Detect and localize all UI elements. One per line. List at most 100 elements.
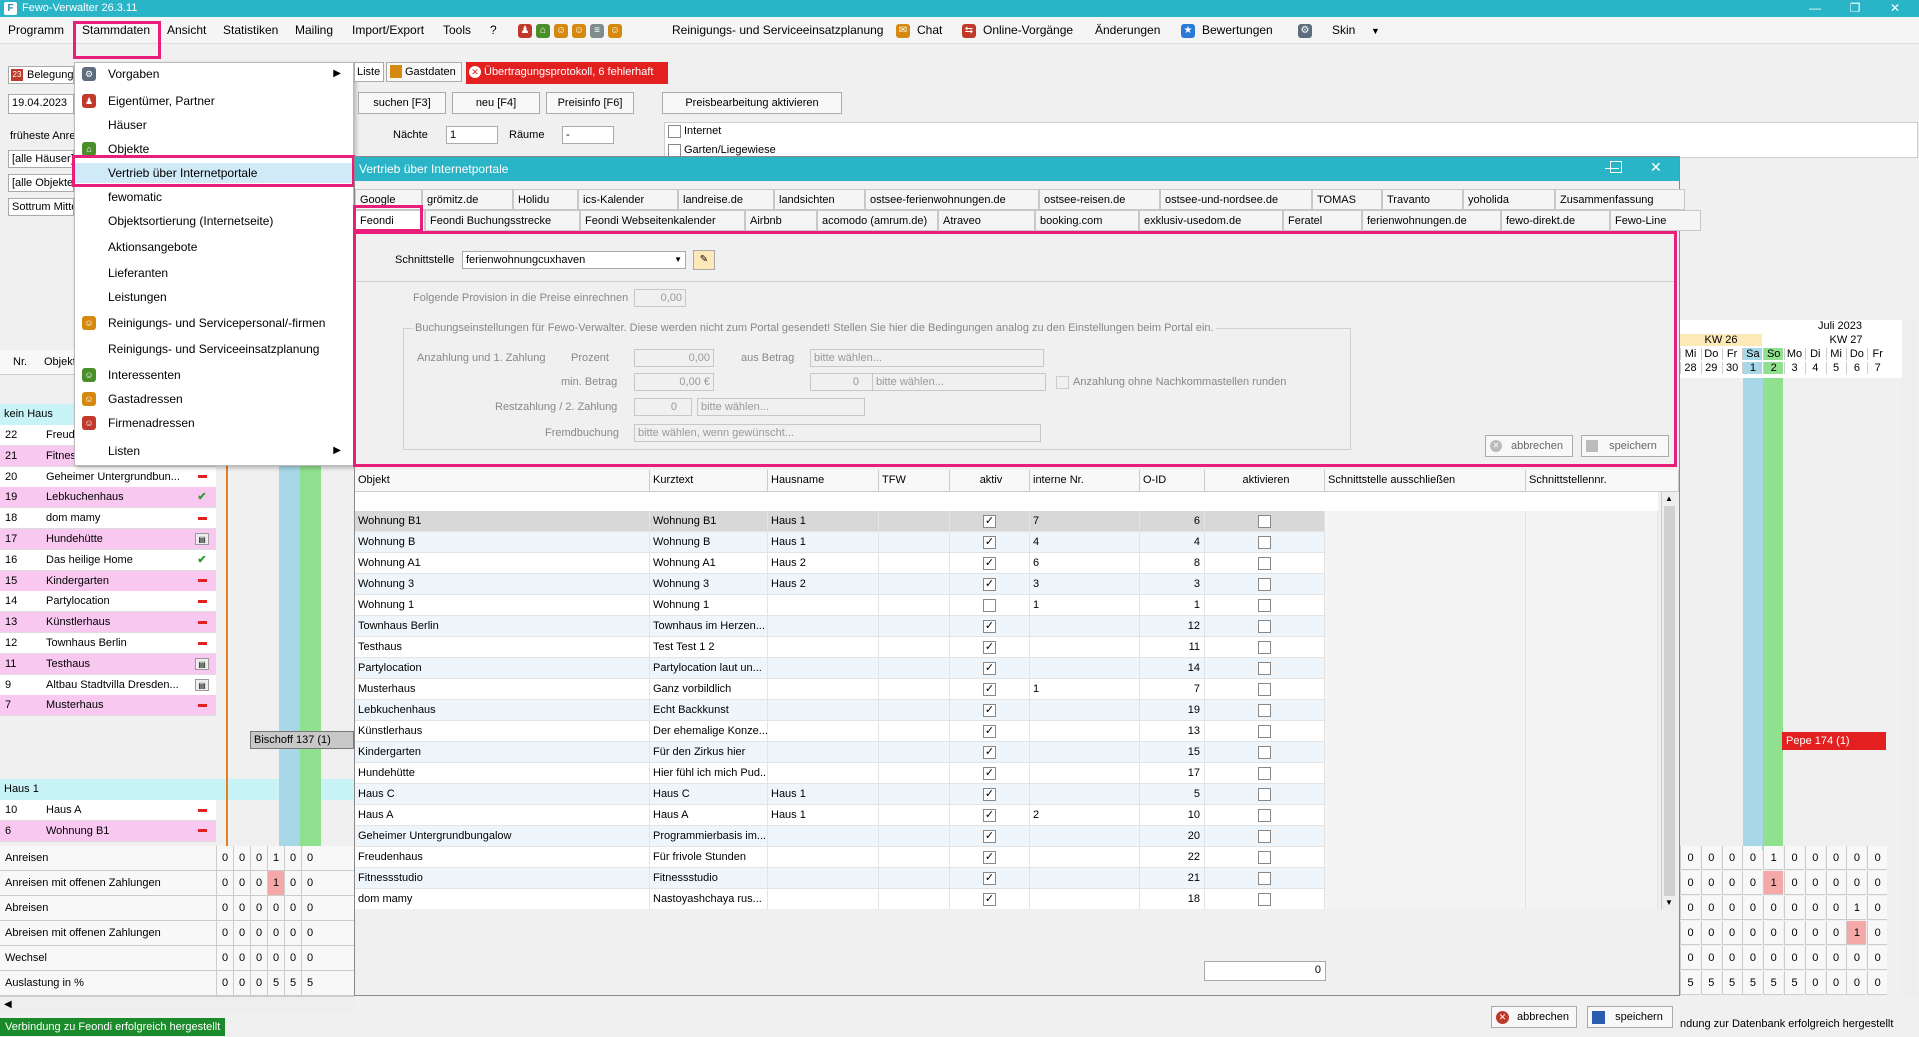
col-nr[interactable]: Nr. <box>13 356 27 368</box>
objekte-select[interactable]: [alle Objekte <box>8 174 74 192</box>
menu-online-vorgaenge[interactable]: Online-Vorgänge <box>983 23 1073 37</box>
list-item[interactable]: 6 Wohnung B1 <box>0 820 216 842</box>
tab-zusammenfassung[interactable]: Zusammenfassung <box>1555 189 1685 210</box>
speichern-button[interactable]: speichern <box>1587 1006 1673 1028</box>
table-row[interactable]: Freudenhaus Für frivole Stunden ✓ 22 <box>355 847 1658 868</box>
restore-button[interactable]: ❐ <box>1835 0 1875 17</box>
tab-ics-kalender[interactable]: ics-Kalender <box>578 189 678 210</box>
table-row[interactable]: Wohnung 3 Wohnung 3 Haus 2 ✓ 3 3 <box>355 574 1658 595</box>
table-row[interactable]: Haus A Haus A Haus 1 ✓ 2 10 <box>355 805 1658 826</box>
dd-aktionsangebote[interactable]: Aktionsangebote <box>75 237 353 257</box>
aktiv-checkbox[interactable]: ✓ <box>983 746 996 759</box>
suchen-button[interactable]: suchen [F3] <box>358 92 446 114</box>
aktiv-checkbox[interactable]: ✓ <box>983 872 996 885</box>
aktiv-checkbox[interactable]: ✓ <box>983 662 996 675</box>
aktivieren-checkbox[interactable] <box>1258 620 1271 633</box>
list-item[interactable]: 10 Haus A <box>0 800 216 821</box>
aktiv-checkbox[interactable]: ✓ <box>983 683 996 696</box>
aktivieren-checkbox[interactable] <box>1258 893 1271 906</box>
gh-aktivieren[interactable]: aktivieren <box>1205 470 1325 491</box>
aktivieren-checkbox[interactable] <box>1258 641 1271 654</box>
menu-tools[interactable]: Tools <box>443 23 471 37</box>
list-item[interactable]: 17 Hundehütte ▤ <box>0 529 216 550</box>
tab-feondi-webseitenkalender[interactable]: Feondi Webseitenkalender <box>580 210 745 231</box>
aktivieren-checkbox[interactable] <box>1258 557 1271 570</box>
table-row[interactable]: Wohnung B Wohnung B Haus 1 ✓ 4 4 <box>355 532 1658 553</box>
table-row[interactable]: Lebkuchenhaus Echt Backkunst ✓ 19 <box>355 700 1658 721</box>
raeume-select[interactable]: - <box>562 126 614 144</box>
menu-help[interactable]: ? <box>490 23 497 37</box>
dd-firmenadressen[interactable]: ☺ Firmenadressen <box>75 413 353 433</box>
table-row[interactable]: Wohnung A1 Wohnung A1 Haus 2 ✓ 6 8 <box>355 553 1658 574</box>
menu-mailing[interactable]: Mailing <box>295 23 333 37</box>
booking-bischoff[interactable]: Bischoff 137 (1) <box>250 731 354 749</box>
house-icon[interactable]: ⌂ <box>536 23 550 38</box>
tab-protokoll[interactable]: ✕ Übertragungsprotokoll, 6 fehlerhaft <box>466 62 668 84</box>
notes-icon[interactable]: ≡ <box>590 23 604 38</box>
scroll-left-icon[interactable]: ◀ <box>4 999 12 1010</box>
gear-icon[interactable]: ⚙ <box>1298 23 1312 38</box>
aktiv-checkbox[interactable]: ✓ <box>983 641 996 654</box>
menu-import-export[interactable]: Import/Export <box>352 23 424 37</box>
tab-ferienwohnungen-de[interactable]: ferienwohnungen.de <box>1362 210 1501 231</box>
dd-gastadressen[interactable]: ☺ Gastadressen <box>75 389 353 409</box>
table-row[interactable]: Haus C Haus C Haus 1 ✓ 5 <box>355 784 1658 805</box>
dd-listen[interactable]: Listen ▶ <box>75 441 353 461</box>
aktiv-checkbox[interactable] <box>983 599 996 612</box>
dd-reinigungsplanung[interactable]: Reinigungs- und Serviceeinsatzplanung <box>75 339 353 359</box>
tab-fewo-line[interactable]: Fewo-Line <box>1610 210 1701 231</box>
scroll-down-icon[interactable]: ▼ <box>1665 898 1673 907</box>
tab-gastdaten[interactable]: Gastdaten <box>386 62 462 82</box>
aktivieren-checkbox[interactable] <box>1258 788 1271 801</box>
dd-eigentuemer[interactable]: ♟ Eigentümer, Partner <box>75 91 353 111</box>
aktivieren-checkbox[interactable] <box>1258 809 1271 822</box>
aktiv-checkbox[interactable]: ✓ <box>983 557 996 570</box>
guest-icon[interactable]: ☺ <box>572 23 586 38</box>
table-row[interactable]: dom mamy Nastoyashchaya rus... ✓ 18 <box>355 889 1658 909</box>
gh-tfw[interactable]: TFW <box>879 470 950 491</box>
aktivieren-checkbox[interactable] <box>1258 704 1271 717</box>
list-item[interactable]: 14 Partylocation <box>0 591 216 613</box>
menu-chat[interactable]: Chat <box>917 23 942 37</box>
minimize-button[interactable]: — <box>1795 0 1835 17</box>
tab-feondi-buchungsstrecke[interactable]: Feondi Buchungsstrecke <box>425 210 580 231</box>
tab-ostsee-reisen-de[interactable]: ostsee-reisen.de <box>1039 189 1160 210</box>
aktiv-checkbox[interactable]: ✓ <box>983 767 996 780</box>
dialog-close-button[interactable]: ✕ <box>1650 159 1662 176</box>
list-item[interactable]: 9 Altbau Stadtvilla Dresden... ▤ <box>0 674 216 696</box>
gh-objekt[interactable]: Objekt <box>355 470 650 491</box>
aktiv-checkbox[interactable]: ✓ <box>983 578 996 591</box>
list-item[interactable]: 15 Kindergarten <box>0 570 216 592</box>
table-row[interactable]: Geheimer Untergrundbungalow Programmierba… <box>355 826 1658 847</box>
dd-reinigungspersonal[interactable]: ☺ Reinigungs- und Servicepersonal/-firmen <box>75 313 353 333</box>
tab-ostsee-ferienwohnungen-de[interactable]: ostsee-ferienwohnungen.de <box>865 189 1039 210</box>
menu-skin[interactable]: Skin <box>1332 23 1355 37</box>
aktivieren-checkbox[interactable] <box>1258 662 1271 675</box>
aktivieren-checkbox[interactable] <box>1258 515 1271 528</box>
dd-vorgaben[interactable]: ⚙ Vorgaben ▶ <box>75 64 353 84</box>
preisbearbeitung-button[interactable]: Preisbearbeitung aktivieren <box>662 92 842 114</box>
aktivieren-checkbox[interactable] <box>1258 830 1271 843</box>
table-row[interactable]: Wohnung B1 Wohnung B1 Haus 1 ✓ 7 6 <box>355 511 1658 532</box>
aktiv-checkbox[interactable]: ✓ <box>983 830 996 843</box>
list-item[interactable]: 18 dom mamy <box>0 508 216 530</box>
haeuser-select[interactable]: [alle Häuser] <box>8 150 74 168</box>
aktiv-checkbox[interactable]: ✓ <box>983 809 996 822</box>
scroll-up-icon[interactable]: ▲ <box>1665 494 1673 503</box>
scroll-thumb[interactable] <box>1664 506 1675 896</box>
belegung-tab[interactable]: 23 Belegung <box>8 66 74 84</box>
aktivieren-checkbox[interactable] <box>1258 536 1271 549</box>
dialog-maximize-button[interactable] <box>1610 161 1622 173</box>
left-scrollbar[interactable]: ◀ <box>0 996 354 1014</box>
internet-checkbox[interactable] <box>668 125 681 138</box>
tab-landreise-de[interactable]: landreise.de <box>678 189 774 210</box>
aktiv-checkbox[interactable]: ✓ <box>983 851 996 864</box>
abbrechen-button[interactable]: ✕ abbrechen <box>1491 1006 1577 1028</box>
booking-pepe[interactable]: Pepe 174 (1) <box>1782 732 1886 750</box>
menu-bewertungen[interactable]: Bewertungen <box>1202 23 1273 37</box>
tab-exklusiv-usedom-de[interactable]: exklusiv-usedom.de <box>1139 210 1283 231</box>
aktiv-checkbox[interactable]: ✓ <box>983 788 996 801</box>
list-item[interactable]: 7 Musterhaus <box>0 695 216 717</box>
aktivieren-checkbox[interactable] <box>1258 599 1271 612</box>
tab-airbnb[interactable]: Airbnb <box>745 210 817 231</box>
